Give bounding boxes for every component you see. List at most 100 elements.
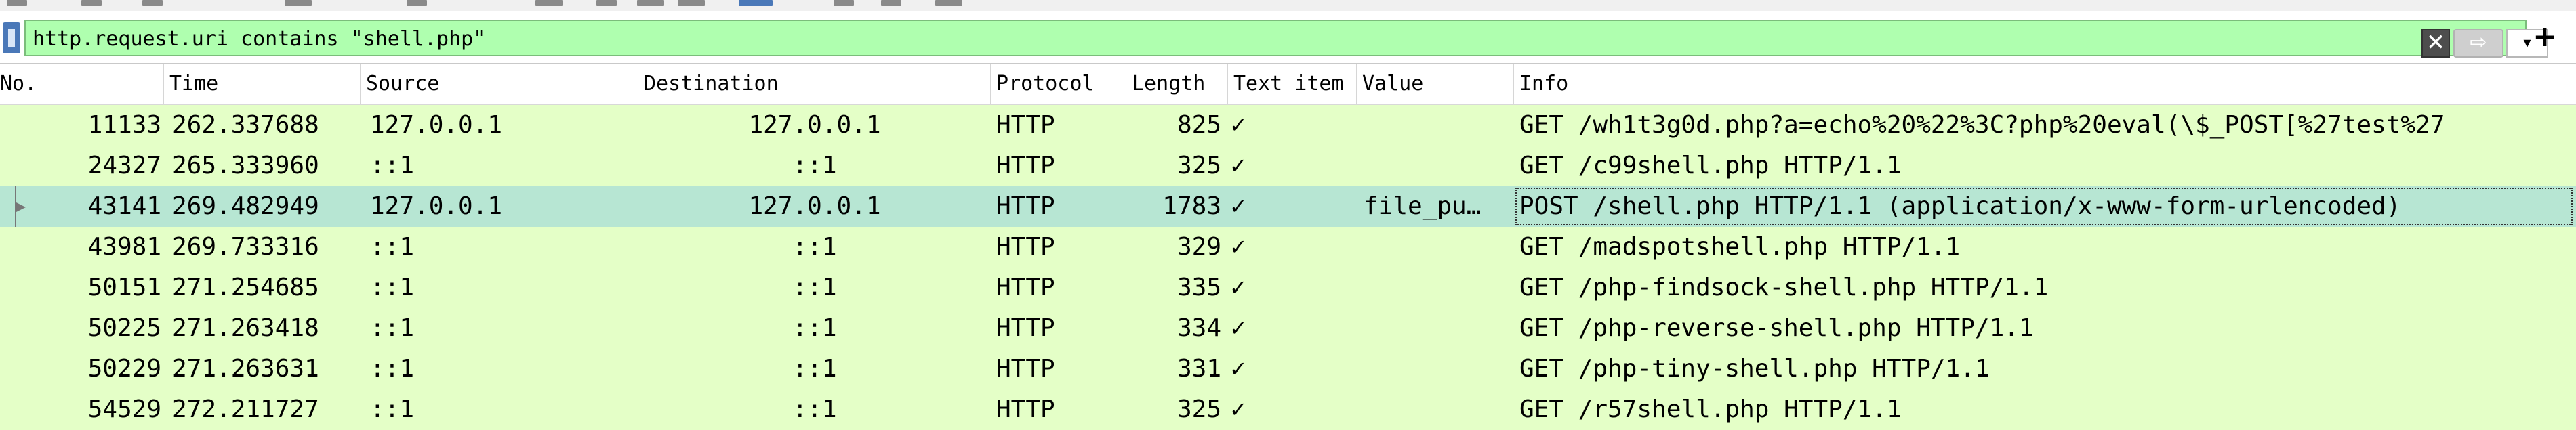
packet-destination: ::1: [792, 314, 837, 342]
packet-no: 50229: [87, 355, 161, 383]
packet-info: GET /php-tiny-shell.php HTTP/1.1: [1519, 355, 1990, 383]
packet-text-item: ✓: [1231, 355, 1246, 383]
packet-no: 11133: [87, 111, 161, 139]
packet-no: 43981: [87, 233, 161, 261]
display-filter-input[interactable]: http.request.uri contains "shell.php" ✕ …: [24, 20, 2548, 58]
packet-source: 127.0.0.1: [370, 111, 503, 139]
packet-row[interactable]: 50151 271.254685 ::1 ::1 HTTP 335 ✓ GET …: [0, 267, 2576, 308]
packet-value: [1364, 349, 1513, 389]
packet-no: 24327: [87, 152, 161, 179]
packet-text-item: ✓: [1231, 152, 1246, 179]
packet-time: 269.482949: [172, 192, 319, 220]
packet-info: GET /c99shell.php HTTP/1.1: [1519, 152, 1902, 179]
packet-text-item: ✓: [1231, 314, 1246, 342]
packet-length: 335: [1177, 274, 1221, 301]
packet-no: 50225: [87, 314, 161, 342]
toolbar-icon[interactable]: [739, 0, 773, 6]
packet-protocol: HTTP: [996, 274, 1055, 301]
column-header-destination[interactable]: Destination: [638, 64, 991, 104]
packet-source: ::1: [370, 355, 415, 383]
column-header-time[interactable]: Time: [164, 64, 361, 104]
packet-info: POST /shell.php HTTP/1.1 (application/x-…: [1519, 192, 2401, 220]
packet-destination: 127.0.0.1: [748, 111, 881, 139]
packet-value: [1364, 267, 1513, 308]
column-header-info[interactable]: Info: [1514, 64, 2576, 104]
packet-length: 325: [1177, 152, 1221, 179]
packet-text-item: ✓: [1231, 111, 1246, 139]
packet-no: 50151: [87, 274, 161, 301]
filter-text: http.request.uri contains "shell.php": [33, 27, 486, 51]
toolbar-icon[interactable]: [407, 0, 427, 6]
packet-no: 43141: [87, 192, 161, 220]
toolbar-icon[interactable]: [678, 0, 705, 6]
toolbar-icon[interactable]: [935, 0, 962, 6]
packet-row[interactable]: 11133 262.337688 127.0.0.1 127.0.0.1 HTT…: [0, 105, 2576, 146]
column-header-length[interactable]: Length: [1126, 64, 1228, 104]
packet-time: 265.333960: [172, 152, 319, 179]
packet-time: 272.211727: [172, 395, 319, 423]
bookmark-icon[interactable]: [3, 22, 20, 53]
packet-info: GET /madspotshell.php HTTP/1.1: [1519, 233, 1961, 261]
packet-row[interactable]: 43981 269.733316 ::1 ::1 HTTP 329 ✓ GET …: [0, 227, 2576, 267]
toolbar-icon[interactable]: [881, 0, 901, 6]
toolbar-icon[interactable]: [7, 0, 27, 6]
packet-source: ::1: [370, 233, 415, 261]
packet-time: 262.337688: [172, 111, 319, 139]
packet-destination: ::1: [792, 233, 837, 261]
column-header-value[interactable]: Value: [1357, 64, 1514, 104]
packet-destination: 127.0.0.1: [748, 192, 881, 220]
packet-source: ::1: [370, 152, 415, 179]
packet-length: 329: [1177, 233, 1221, 261]
packet-row[interactable]: 24327 265.333960 ::1 ::1 HTTP 325 ✓ GET …: [0, 146, 2576, 186]
packet-protocol: HTTP: [996, 152, 1055, 179]
packet-source: 127.0.0.1: [370, 192, 503, 220]
packet-value: file_pu…: [1364, 192, 1481, 220]
packet-text-item: ✓: [1231, 274, 1246, 301]
display-filter-bar: http.request.uri contains "shell.php" ✕ …: [0, 14, 2576, 64]
column-header-protocol[interactable]: Protocol: [991, 64, 1126, 104]
packet-length: 331: [1177, 355, 1221, 383]
packet-length: 825: [1177, 111, 1221, 139]
packet-time: 269.733316: [172, 233, 319, 261]
packet-protocol: HTTP: [996, 355, 1055, 383]
column-header-text-item[interactable]: Text item: [1228, 64, 1357, 104]
packet-protocol: HTTP: [996, 395, 1055, 423]
column-header-source[interactable]: Source: [361, 64, 638, 104]
toolbar-icon[interactable]: [637, 0, 664, 6]
packet-time: 271.263418: [172, 314, 319, 342]
packet-source: ::1: [370, 314, 415, 342]
packet-destination: ::1: [792, 395, 837, 423]
toolbar-icon[interactable]: [142, 0, 163, 6]
packet-info: GET /r57shell.php HTTP/1.1: [1519, 395, 1902, 423]
packet-value: [1364, 308, 1513, 349]
main-toolbar: [0, 0, 2576, 11]
arrow-right-icon[interactable]: ⇨: [2453, 29, 2503, 58]
toolbar-icon[interactable]: [596, 0, 617, 6]
packet-protocol: HTTP: [996, 111, 1055, 139]
packet-value: [1364, 227, 1513, 267]
packet-row[interactable]: 50229 271.263631 ::1 ::1 HTTP 331 ✓ GET …: [0, 349, 2576, 389]
packet-list-header: No. Time Source Destination Protocol Len…: [0, 64, 2576, 105]
packet-length: 325: [1177, 395, 1221, 423]
packet-row-selected[interactable]: 43141 269.482949 127.0.0.1 127.0.0.1 HTT…: [0, 186, 2576, 227]
close-icon[interactable]: ✕: [2421, 29, 2450, 58]
plus-icon[interactable]: +: [2528, 21, 2562, 52]
toolbar-icon[interactable]: [834, 0, 854, 6]
packet-no: 54529: [87, 395, 161, 423]
packet-source: ::1: [370, 274, 415, 301]
column-header-no[interactable]: No.: [0, 64, 164, 104]
toolbar-icon[interactable]: [285, 0, 312, 6]
packet-value: [1364, 389, 1513, 430]
packet-value: [1364, 105, 1513, 146]
packet-info: GET /php-findsock-shell.php HTTP/1.1: [1519, 274, 2049, 301]
packet-row[interactable]: 54529 272.211727 ::1 ::1 HTTP 325 ✓ GET …: [0, 389, 2576, 430]
toolbar-icon[interactable]: [535, 0, 563, 6]
packet-row[interactable]: 50225 271.263418 ::1 ::1 HTTP 334 ✓ GET …: [0, 308, 2576, 349]
packet-protocol: HTTP: [996, 233, 1055, 261]
packet-length: 1783: [1162, 192, 1221, 220]
packet-protocol: HTTP: [996, 314, 1055, 342]
toolbar-icon[interactable]: [81, 0, 102, 6]
packet-protocol: HTTP: [996, 192, 1055, 220]
packet-text-item: ✓: [1231, 233, 1246, 261]
packet-destination: ::1: [792, 355, 837, 383]
